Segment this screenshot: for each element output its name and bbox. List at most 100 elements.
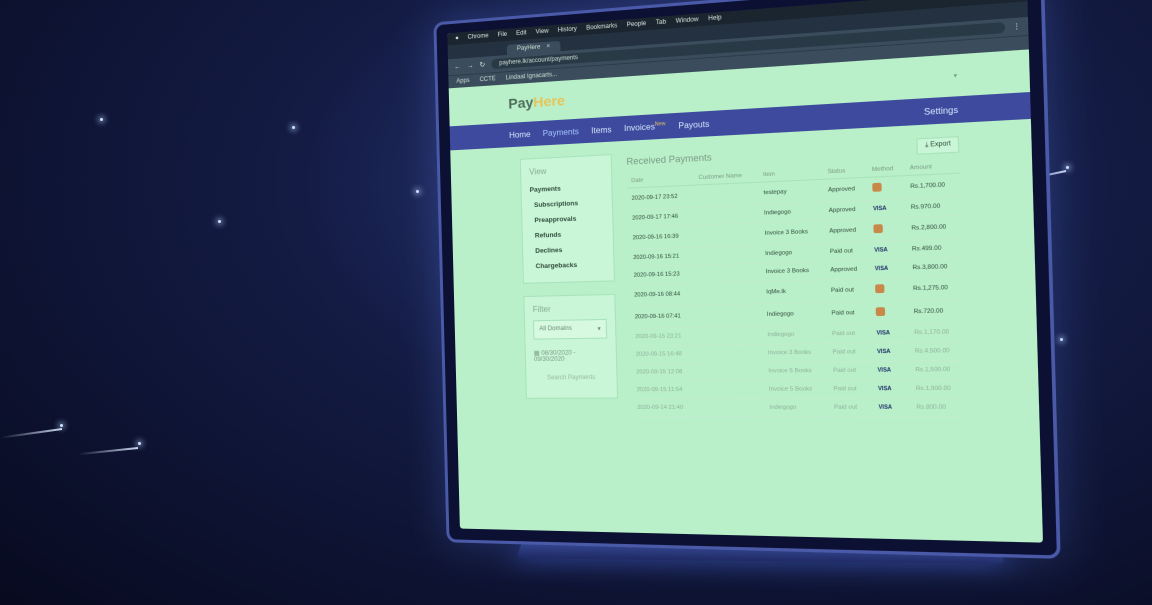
cell-method: VISA <box>873 398 912 418</box>
menu-dots-icon[interactable]: ⋮ <box>1012 22 1021 31</box>
cell-customer <box>698 326 764 346</box>
payment-method-icon <box>875 284 885 294</box>
menu-people[interactable]: People <box>627 21 647 29</box>
export-button[interactable]: ⤓ Export <box>916 136 960 155</box>
visa-icon: VISA <box>877 385 892 393</box>
cell-method: VISA <box>872 360 911 380</box>
cell-amount: Rs.1,900.00 <box>910 379 967 399</box>
menu-bookmarks[interactable]: Bookmarks <box>586 23 617 32</box>
reload-icon[interactable]: ↻ <box>479 61 485 69</box>
light-streak <box>0 428 63 439</box>
view-panel-title: View <box>529 166 547 177</box>
nav-payments[interactable]: Payments <box>543 126 580 137</box>
table-row[interactable]: 2020-09-15 12:08 Invoice 5 Books Paid out V… <box>631 360 966 382</box>
visa-icon: VISA <box>872 205 887 213</box>
visa-icon: VISA <box>874 246 888 254</box>
cell-customer <box>698 344 764 364</box>
menu-file[interactable]: File <box>497 32 507 39</box>
logo-pay: Pay <box>508 93 534 112</box>
payment-method-icon <box>873 224 883 234</box>
menu-tab[interactable]: Tab <box>656 19 666 26</box>
back-icon[interactable]: ← <box>454 63 461 71</box>
wifi-icon[interactable]: ◠ <box>986 0 993 2</box>
nav-home[interactable]: Home <box>509 129 531 139</box>
cell-date: 2020-09-17 23:52 <box>627 185 696 210</box>
view-item-chargebacks[interactable]: Chargebacks <box>531 257 605 275</box>
nav-settings[interactable]: Settings <box>924 105 958 117</box>
cell-customer <box>696 263 762 283</box>
bookmark-apps[interactable]: Apps <box>456 78 470 85</box>
laptop: ● Chrome File Edit View History Bookmark… <box>433 0 1061 559</box>
cell-method <box>870 277 909 302</box>
search-payments-button[interactable]: Search Payments <box>534 366 608 389</box>
cell-date: 2020-09-16 07:41 <box>630 305 699 329</box>
nav-invoices[interactable]: InvoicesNew <box>624 121 666 133</box>
cell-item: Invoice 3 Books <box>763 343 829 363</box>
cell-status: Approved <box>825 260 871 280</box>
payments-table-body: 2020-09-17 23:52 testepay Approved Rs.1,700… <box>627 173 967 418</box>
cell-method: VISA <box>869 258 909 279</box>
view-panel: View Payments Subscriptions Preapprovals… <box>519 154 616 284</box>
cell-item: Indiegogo <box>760 242 826 264</box>
visa-icon: VISA <box>876 330 891 337</box>
nav-invoices-label: Invoices <box>623 122 656 134</box>
cell-status: Paid out <box>825 241 870 262</box>
cell-date: 2020-09-15 12:08 <box>631 363 700 382</box>
bookmark-other[interactable]: Lindaat Ignacarts... <box>506 72 558 82</box>
cell-status: Paid out <box>826 278 872 303</box>
domain-select-value: All Domains <box>539 325 572 333</box>
menu-history[interactable]: History <box>558 26 577 34</box>
cell-amount: Rs.3,800.00 <box>907 257 963 278</box>
menu-help[interactable]: Help <box>708 15 722 22</box>
cell-item: Invoice 3 Books <box>759 220 826 246</box>
logo-here: Here <box>533 91 566 111</box>
nav-payouts[interactable]: Payouts <box>678 119 709 130</box>
visa-icon: VISA <box>878 404 893 411</box>
cell-status: Approved <box>823 200 869 221</box>
payhere-logo[interactable]: PayHere <box>508 92 565 112</box>
cell-item: Invoice 5 Books <box>763 361 829 381</box>
date-range-value: 08/30/2020 - 09/30/2020 <box>533 350 576 364</box>
table-row[interactable]: 2020-09-15 11:54 Invoice 5 Books Paid out V… <box>632 379 967 400</box>
left-column: View Payments Subscriptions Preapprovals… <box>519 154 619 417</box>
page-content: View Payments Subscriptions Preapprovals… <box>450 119 1039 418</box>
cell-amount: Rs.1,275.00 <box>908 276 964 301</box>
menu-view[interactable]: View <box>536 28 549 35</box>
cell-amount: Rs.800.00 <box>911 398 967 418</box>
domain-select[interactable]: All Domains ▾ <box>532 318 608 340</box>
cell-date: 2020-09-14 21:40 <box>632 398 701 417</box>
cell-method: VISA <box>871 323 910 343</box>
cell-customer <box>697 303 763 328</box>
cell-date: 2020-09-16 16:39 <box>628 225 697 250</box>
cell-amount: Rs.2,800.00 <box>906 215 962 241</box>
cell-item: Invoice 3 Books <box>761 261 827 282</box>
cell-item: testepay <box>758 179 824 205</box>
star <box>218 220 221 223</box>
battery-icon[interactable]: ▭ <box>999 0 1006 1</box>
menu-chrome[interactable]: Chrome <box>468 33 489 41</box>
nav-items[interactable]: Items <box>591 125 612 135</box>
account-menu[interactable]: ▾ <box>953 71 957 80</box>
cell-customer <box>700 398 766 417</box>
payment-method-icon <box>875 307 886 317</box>
cell-amount: Rs.720.00 <box>908 299 965 324</box>
close-tab-icon[interactable]: × <box>546 44 550 50</box>
date-range-picker[interactable]: ▦ 08/30/2020 - 09/30/2020 <box>534 345 608 367</box>
cell-amount: Rs.1,700.00 <box>905 173 961 199</box>
cell-item: Indiegogo <box>762 325 828 345</box>
star <box>416 190 419 193</box>
cell-amount: Rs.970.00 <box>905 196 962 218</box>
table-row[interactable]: 2020-09-14 21:40 Indiegogo Paid out VISA Rs.… <box>632 398 967 418</box>
apple-icon[interactable]: ● <box>455 35 459 41</box>
visa-icon: VISA <box>876 348 891 356</box>
menu-edit[interactable]: Edit <box>516 30 527 37</box>
cell-customer <box>695 222 761 248</box>
bookmark-ccte[interactable]: CCTE <box>480 76 496 83</box>
forward-icon[interactable]: → <box>467 62 474 70</box>
laptop-screen: ● Chrome File Edit View History Bookmark… <box>447 0 1043 543</box>
cell-status: Paid out <box>826 301 872 326</box>
cell-status: Paid out <box>827 342 873 362</box>
cell-date: 2020-09-16 15:21 <box>628 247 697 268</box>
menu-window[interactable]: Window <box>676 17 699 25</box>
cell-item: IqMe.lk <box>761 279 827 304</box>
